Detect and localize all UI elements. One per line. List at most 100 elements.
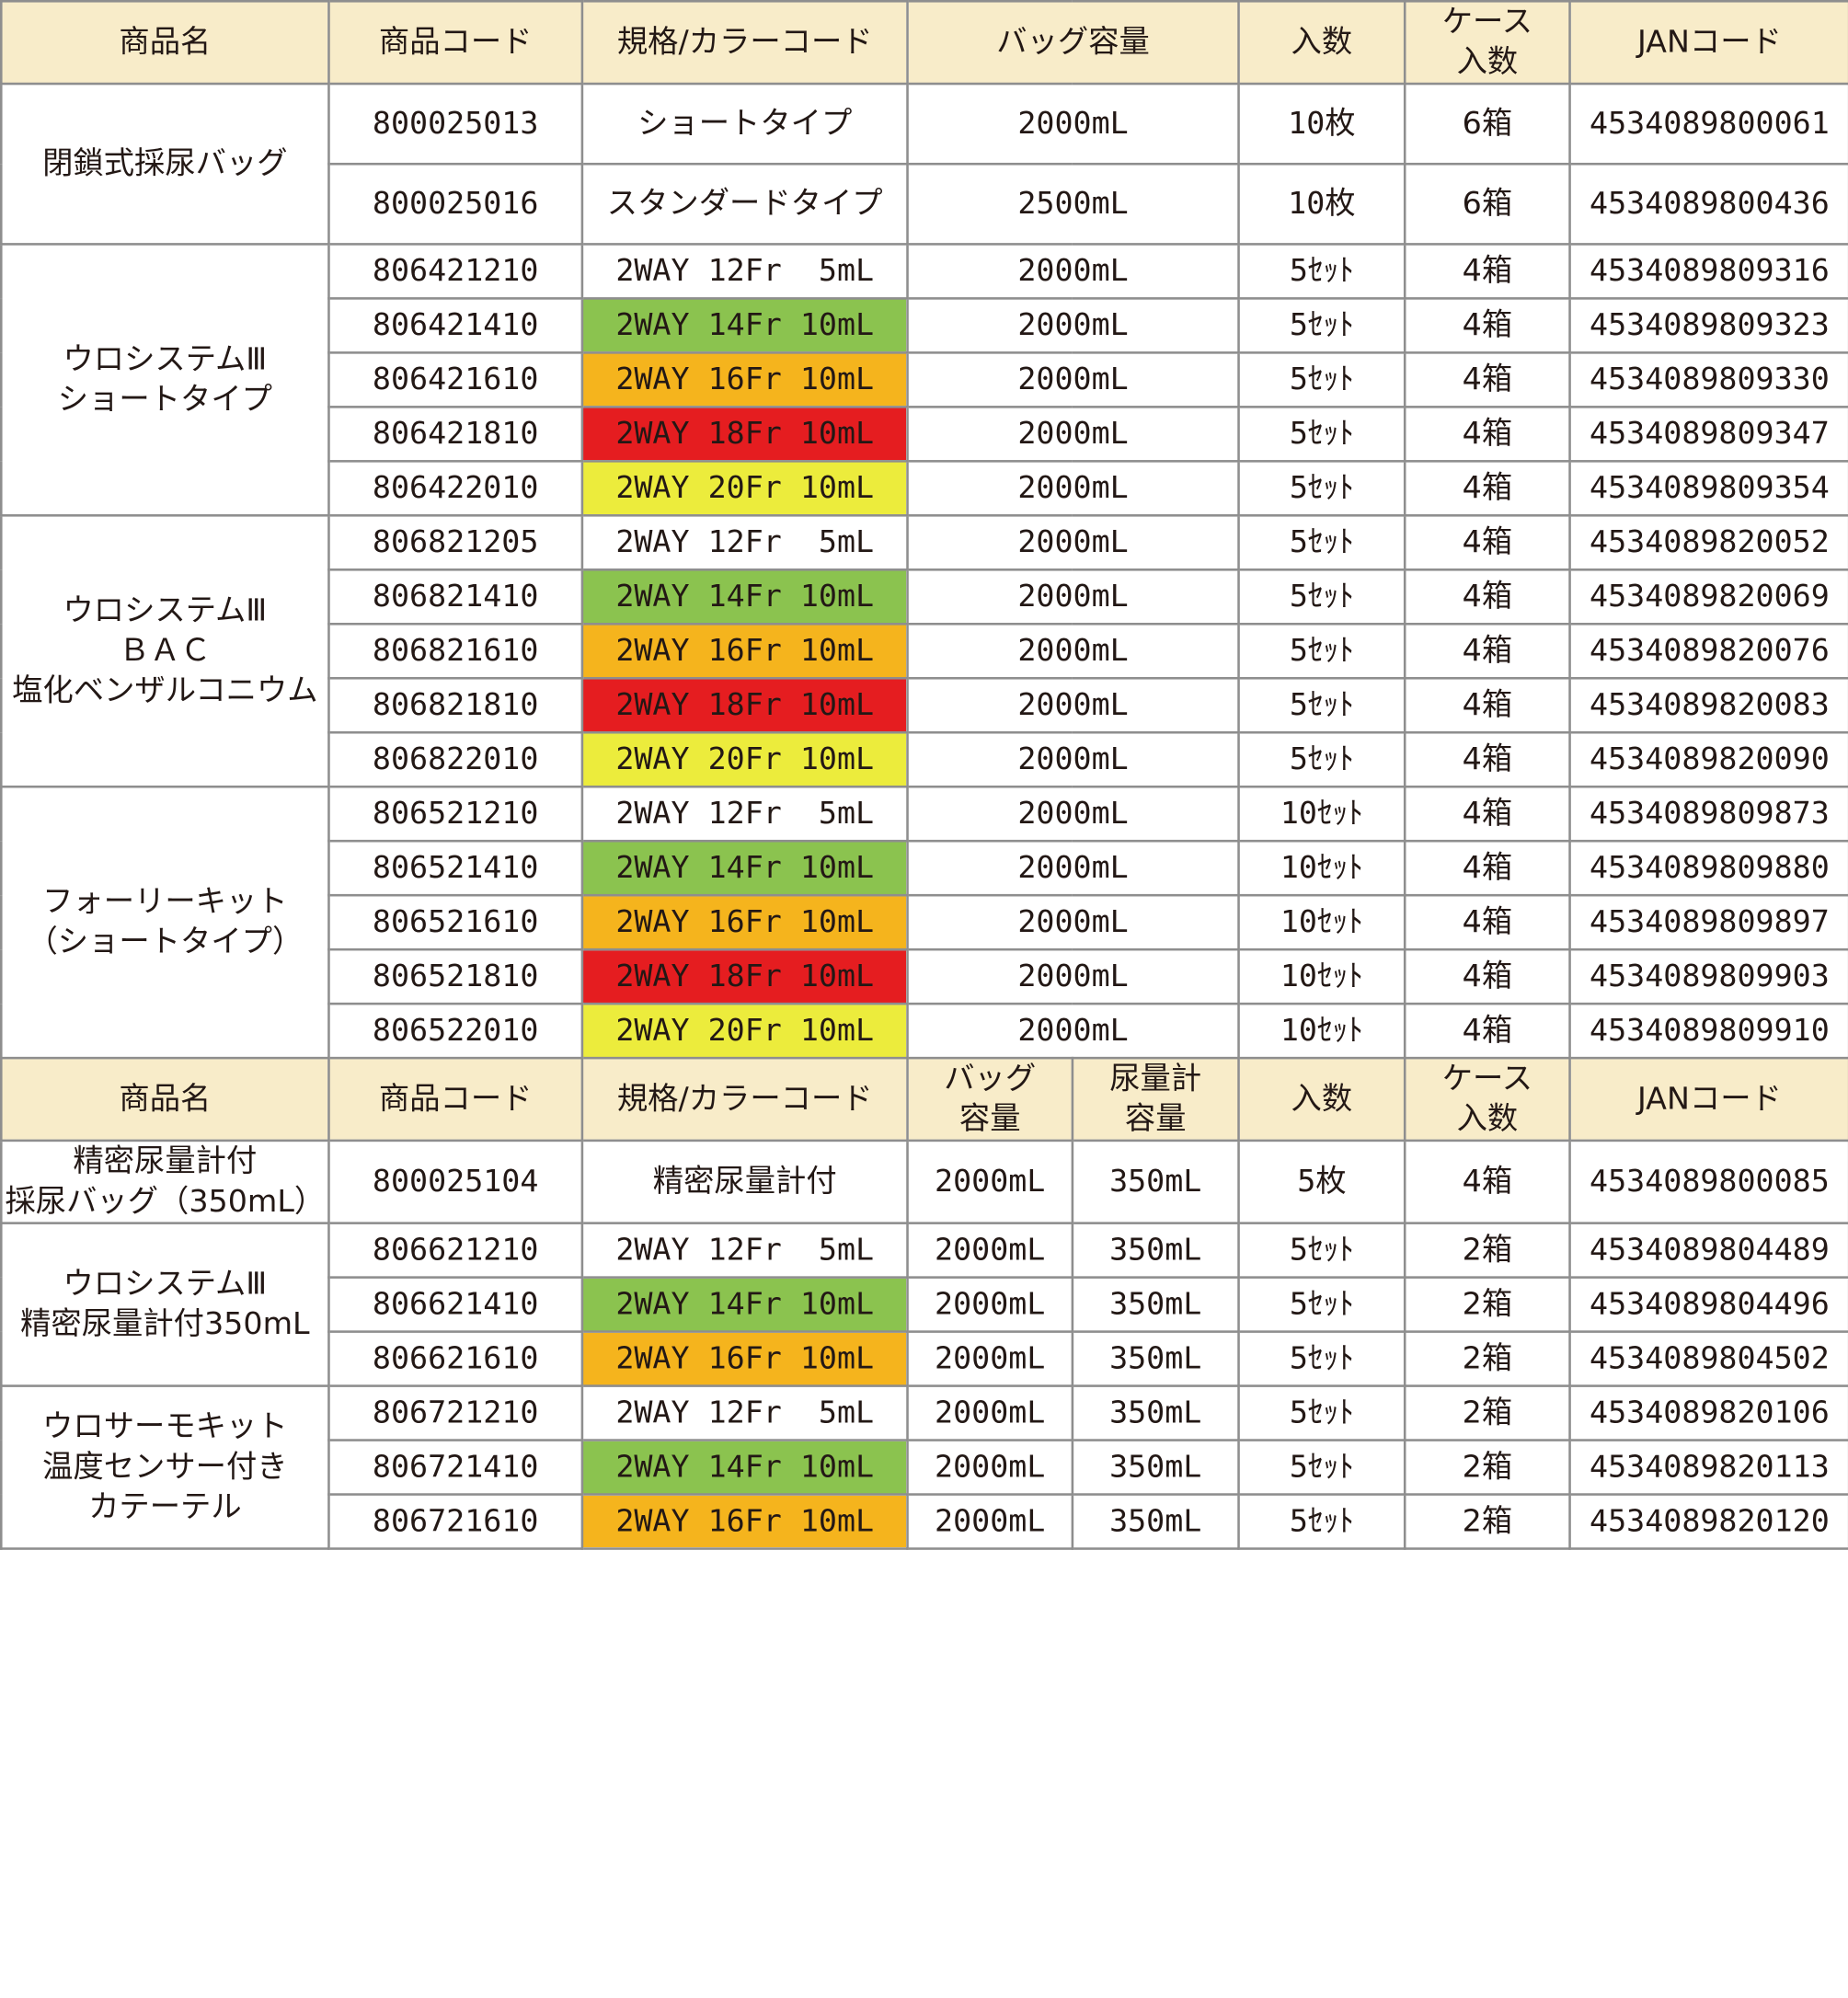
product-code: 806421610 — [327, 351, 584, 408]
quantity: 5ｾｯﾄ — [1237, 1384, 1406, 1441]
product-code: 806521410 — [327, 839, 584, 897]
product-name-line: 精密尿量計付350mL — [20, 1306, 310, 1343]
quantity: 5ｾｯﾄ — [1237, 406, 1406, 463]
case-quantity: 4箱 — [1403, 514, 1571, 571]
jan-code: 4534089800436 — [1568, 162, 1848, 246]
bag-capacity: 2000mL — [906, 730, 1240, 788]
product-code: 806821205 — [327, 514, 584, 571]
jan-code: 4534089809354 — [1568, 460, 1848, 517]
product-name-cell: ウロシステムⅢ ＢＡＣ 塩化ベンザルコニウム — [0, 514, 330, 788]
product-name-cell: ウロサーモキット 温度センサー付き カテーテル — [0, 1384, 330, 1550]
jan-code: 4534089809316 — [1568, 243, 1848, 300]
bag-capacity: 2000mL — [906, 623, 1240, 680]
quantity: 10ｾｯﾄ — [1237, 785, 1406, 843]
header-jan-code: JANコード — [1568, 0, 1848, 86]
bag-capacity: 2000mL — [906, 82, 1240, 166]
quantity: 10ｾｯﾄ — [1237, 893, 1406, 951]
jan-code: 4534089809903 — [1568, 947, 1848, 1005]
jan-code: 4534089809897 — [1568, 893, 1848, 951]
case-quantity: 2箱 — [1403, 1439, 1571, 1496]
header-case-line1: ケース — [1441, 5, 1533, 40]
spec-cell-20fr: 2WAY 20Fr 10mL — [580, 460, 909, 517]
meter-capacity: 350mL — [1071, 1384, 1240, 1441]
jan-code: 4534089820090 — [1568, 730, 1848, 788]
header-spec: 規格/カラーコード — [580, 1056, 909, 1143]
header-meter-capacity: 尿量計 容量 — [1071, 1056, 1240, 1143]
spec-cell: スタンダードタイプ — [580, 162, 909, 246]
product-name-line: ショートタイプ — [57, 382, 272, 418]
header-product-name: 商品名 — [0, 1056, 330, 1143]
case-quantity: 2箱 — [1403, 1222, 1571, 1279]
meter-capacity: 350mL — [1071, 1330, 1240, 1387]
product-code: 806821610 — [327, 623, 584, 680]
bag-capacity: 2000mL — [906, 243, 1240, 300]
quantity: 5ｾｯﾄ — [1237, 623, 1406, 680]
case-quantity: 2箱 — [1403, 1330, 1571, 1387]
spec-cell-16fr: 2WAY 16Fr 10mL — [580, 623, 909, 680]
case-quantity: 2箱 — [1403, 1493, 1571, 1550]
header-row: 商品名 商品コード 規格/カラーコード バッグ容量 入数 ケース 入数 JANコー… — [0, 0, 1848, 86]
jan-code: 4534089800085 — [1568, 1139, 1848, 1224]
bag-capacity: 2000mL — [906, 1330, 1074, 1387]
product-code: 800025013 — [327, 82, 584, 166]
header-bag-line1: バッグ — [944, 1061, 1037, 1097]
jan-code: 4534089820106 — [1568, 1384, 1848, 1441]
spec-cell: 2WAY 12Fr 5mL — [580, 1222, 909, 1279]
product-name-cell: ウロシステムⅢ ショートタイプ — [0, 243, 330, 517]
bag-capacity: 2500mL — [906, 162, 1240, 246]
product-code: 806821810 — [327, 676, 584, 734]
product-name-line: 採尿バッグ（350mL） — [5, 1184, 326, 1220]
product-name-line: ウロサーモキット — [42, 1409, 288, 1445]
quantity: 5ｾｯﾄ — [1237, 514, 1406, 571]
header-product-code: 商品コード — [327, 1056, 584, 1143]
case-quantity: 4箱 — [1403, 730, 1571, 788]
header-case-line1: ケース — [1441, 1061, 1533, 1097]
bag-capacity: 2000mL — [906, 947, 1240, 1005]
case-quantity: 4箱 — [1403, 785, 1571, 843]
bag-capacity: 2000mL — [906, 785, 1240, 843]
case-quantity: 4箱 — [1403, 460, 1571, 517]
jan-code: 4534089804489 — [1568, 1222, 1848, 1279]
quantity: 5ｾｯﾄ — [1237, 568, 1406, 626]
header-row-2: 商品名 商品コード 規格/カラーコード バッグ 容量 尿量計 容量 入数 ケース 入数… — [0, 1056, 1848, 1143]
bag-capacity: 2000mL — [906, 460, 1240, 517]
spec-cell-14fr: 2WAY 14Fr 10mL — [580, 839, 909, 897]
product-code: 806522010 — [327, 1002, 584, 1060]
case-quantity: 4箱 — [1403, 568, 1571, 626]
header-bag-line2: 容量 — [958, 1101, 1021, 1138]
meter-capacity: 350mL — [1071, 1276, 1240, 1333]
product-code: 806721210 — [327, 1384, 584, 1441]
bag-capacity: 2000mL — [906, 1002, 1240, 1060]
bag-capacity: 2000mL — [906, 676, 1240, 734]
case-quantity: 4箱 — [1403, 243, 1571, 300]
jan-code: 4534089809330 — [1568, 351, 1848, 408]
quantity: 10ｾｯﾄ — [1237, 1002, 1406, 1060]
case-quantity: 6箱 — [1403, 162, 1571, 246]
table-row: ウロシステムⅢ ＢＡＣ 塩化ベンザルコニウム 806821205 2WAY 12Fr… — [0, 514, 1848, 788]
quantity: 5ｾｯﾄ — [1237, 1439, 1406, 1496]
header-product-code: 商品コード — [327, 0, 584, 86]
jan-code: 4534089820083 — [1568, 676, 1848, 734]
spec-cell-16fr: 2WAY 16Fr 10mL — [580, 1493, 909, 1550]
product-name-line: 精密尿量計付 — [73, 1143, 258, 1180]
quantity: 5ｾｯﾄ — [1237, 1330, 1406, 1387]
header-product-name: 商品名 — [0, 0, 330, 86]
header-case-line2: 入数 — [1456, 1101, 1519, 1138]
table-row: 閉鎖式採尿バッグ 800025013 ショートタイプ 2000mL 10枚 6箱… — [0, 82, 1848, 246]
bag-capacity: 2000mL — [906, 1139, 1074, 1224]
header-case-quantity: ケース 入数 — [1403, 1056, 1571, 1143]
quantity: 5ｾｯﾄ — [1237, 351, 1406, 408]
jan-code: 4534089809323 — [1568, 297, 1848, 354]
jan-code: 4534089820076 — [1568, 623, 1848, 680]
quantity: 5ｾｯﾄ — [1237, 676, 1406, 734]
product-code: 806621610 — [327, 1330, 584, 1387]
case-quantity: 2箱 — [1403, 1384, 1571, 1441]
meter-capacity: 350mL — [1071, 1222, 1240, 1279]
spec-cell: 2WAY 12Fr 5mL — [580, 785, 909, 843]
product-code: 806421810 — [327, 406, 584, 463]
bag-capacity: 2000mL — [906, 514, 1240, 571]
spec-cell-14fr: 2WAY 14Fr 10mL — [580, 1439, 909, 1496]
bag-capacity: 2000mL — [906, 406, 1240, 463]
case-quantity: 4箱 — [1403, 351, 1571, 408]
product-name-line: 塩化ベンザルコニウム — [12, 673, 318, 709]
